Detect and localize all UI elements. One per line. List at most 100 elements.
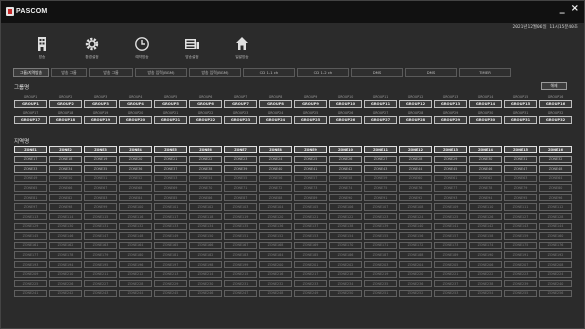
zone-button[interactable]: ZONE214 [189, 270, 222, 278]
zone-button[interactable]: ZONE71 [224, 184, 257, 192]
zone-button[interactable]: ZONE248 [259, 289, 292, 298]
zone-button[interactable]: ZONE23 [224, 155, 257, 163]
zone-button[interactable]: ZONE129 [14, 222, 47, 231]
tab-bgm-input-2[interactable]: 방송 입력(BGM) [189, 68, 241, 77]
zone-button[interactable]: ZONE147 [84, 232, 117, 240]
group-button[interactable]: GROUP1 [14, 100, 47, 108]
tab-timer[interactable]: TIMER [459, 68, 511, 77]
zone-button[interactable]: ZONE29 [434, 155, 467, 163]
zone-button[interactable]: ZONE95 [504, 193, 537, 202]
zone-button[interactable]: ZONE50 [49, 174, 82, 183]
zone-button[interactable]: ZONE67 [84, 184, 117, 192]
group-button[interactable]: GROUP6 [189, 100, 222, 108]
zone-button[interactable]: ZONE122 [329, 213, 362, 221]
zone-button[interactable]: ZONE191 [504, 251, 537, 259]
zone-button[interactable]: ZONE222 [469, 270, 502, 278]
zone-button[interactable]: ZONE163 [84, 241, 117, 250]
zone-button[interactable]: ZONE193 [14, 260, 47, 269]
zone-button[interactable]: ZONE182 [189, 251, 222, 259]
toolbar-broadcast-button[interactable]: 방송 [17, 31, 67, 65]
zone-button[interactable]: ZONE243 [84, 289, 117, 298]
zone-button[interactable]: ZONE153 [294, 232, 327, 240]
zone-button[interactable]: ZONE117 [154, 213, 187, 221]
group-button[interactable]: GROUP12 [399, 100, 432, 108]
zone-button[interactable]: ZONE136 [259, 222, 292, 231]
zone-button[interactable]: ZONE100 [119, 203, 152, 211]
zone-button[interactable]: ZONE140 [399, 222, 432, 231]
zone-button[interactable]: ZONE5 [154, 146, 187, 154]
zone-button[interactable]: ZONE148 [119, 232, 152, 240]
zone-button[interactable]: ZONE18 [49, 155, 82, 163]
zone-button[interactable]: ZONE170 [329, 241, 362, 250]
zone-button[interactable]: ZONE89 [294, 193, 327, 202]
zone-button[interactable]: ZONE142 [469, 222, 502, 231]
zone-button[interactable]: ZONE66 [49, 184, 82, 192]
zone-button[interactable]: ZONE107 [364, 203, 397, 211]
zone-button[interactable]: ZONE64 [539, 174, 572, 183]
zone-button[interactable]: ZONE83 [84, 193, 117, 202]
zone-button[interactable]: ZONE99 [84, 203, 117, 211]
zone-button[interactable]: ZONE55 [224, 174, 257, 183]
zone-button[interactable]: ZONE63 [504, 174, 537, 183]
zone-button[interactable]: ZONE190 [469, 251, 502, 259]
zone-button[interactable]: ZONE124 [399, 213, 432, 221]
group-button[interactable]: GROUP11 [364, 100, 397, 108]
group-button[interactable]: GROUP8 [259, 100, 292, 108]
zone-button[interactable]: ZONE176 [539, 241, 572, 250]
zone-button[interactable]: ZONE98 [49, 203, 82, 211]
zone-button[interactable]: ZONE81 [14, 193, 47, 202]
zone-button[interactable]: ZONE201 [294, 260, 327, 269]
zone-button[interactable]: ZONE255 [504, 289, 537, 298]
group-button[interactable]: GROUP17 [14, 116, 47, 124]
zone-button[interactable]: ZONE208 [539, 260, 572, 269]
zone-button[interactable]: ZONE7 [224, 146, 257, 154]
zone-button[interactable]: ZONE59 [364, 174, 397, 183]
zone-button[interactable]: ZONE17 [14, 155, 47, 163]
zone-button[interactable]: ZONE206 [469, 260, 502, 269]
zone-button[interactable]: ZONE41 [294, 165, 327, 173]
zone-button[interactable]: ZONE226 [49, 280, 82, 288]
zone-button[interactable]: ZONE82 [49, 193, 82, 202]
zone-button[interactable]: ZONE76 [399, 184, 432, 192]
group-button[interactable]: GROUP25 [294, 116, 327, 124]
close-button[interactable]: × [571, 3, 579, 14]
tab-dms-1[interactable]: DMS [351, 68, 403, 77]
zone-button[interactable]: ZONE197 [154, 260, 187, 269]
zone-button[interactable]: ZONE158 [469, 232, 502, 240]
zone-button[interactable]: ZONE33 [14, 165, 47, 173]
group-button[interactable]: GROUP3 [84, 100, 117, 108]
zone-button[interactable]: ZONE8 [259, 146, 292, 154]
zone-button[interactable]: ZONE92 [399, 193, 432, 202]
zone-button[interactable]: ZONE132 [119, 222, 152, 231]
zone-button[interactable]: ZONE69 [154, 184, 187, 192]
zone-button[interactable]: ZONE229 [154, 280, 187, 288]
release-button[interactable]: 해제 [541, 82, 567, 90]
zone-button[interactable]: ZONE227 [84, 280, 117, 288]
zone-button[interactable]: ZONE1 [14, 146, 47, 154]
zone-button[interactable]: ZONE236 [399, 280, 432, 288]
group-button[interactable]: GROUP18 [49, 116, 82, 124]
zone-button[interactable]: ZONE28 [399, 155, 432, 163]
zone-button[interactable]: ZONE27 [364, 155, 397, 163]
zone-button[interactable]: ZONE72 [259, 184, 292, 192]
group-button[interactable]: GROUP26 [329, 116, 362, 124]
zone-button[interactable]: ZONE115 [84, 213, 117, 221]
zone-button[interactable]: ZONE10 [329, 146, 362, 154]
group-button[interactable]: GROUP22 [189, 116, 222, 124]
zone-button[interactable]: ZONE184 [259, 251, 292, 259]
zone-button[interactable]: ZONE40 [259, 165, 292, 173]
zone-button[interactable]: ZONE177 [14, 251, 47, 259]
zone-button[interactable]: ZONE187 [364, 251, 397, 259]
group-button[interactable]: GROUP24 [259, 116, 292, 124]
zone-button[interactable]: ZONE212 [119, 270, 152, 278]
zone-button[interactable]: ZONE139 [364, 222, 397, 231]
zone-button[interactable]: ZONE159 [504, 232, 537, 240]
zone-button[interactable]: ZONE3 [84, 146, 117, 154]
zone-button[interactable]: ZONE233 [294, 280, 327, 288]
zone-button[interactable]: ZONE43 [364, 165, 397, 173]
zone-button[interactable]: ZONE216 [259, 270, 292, 278]
zone-button[interactable]: ZONE237 [434, 280, 467, 288]
zone-button[interactable]: ZONE123 [364, 213, 397, 221]
zone-button[interactable]: ZONE6 [189, 146, 222, 154]
zone-button[interactable]: ZONE173 [434, 241, 467, 250]
